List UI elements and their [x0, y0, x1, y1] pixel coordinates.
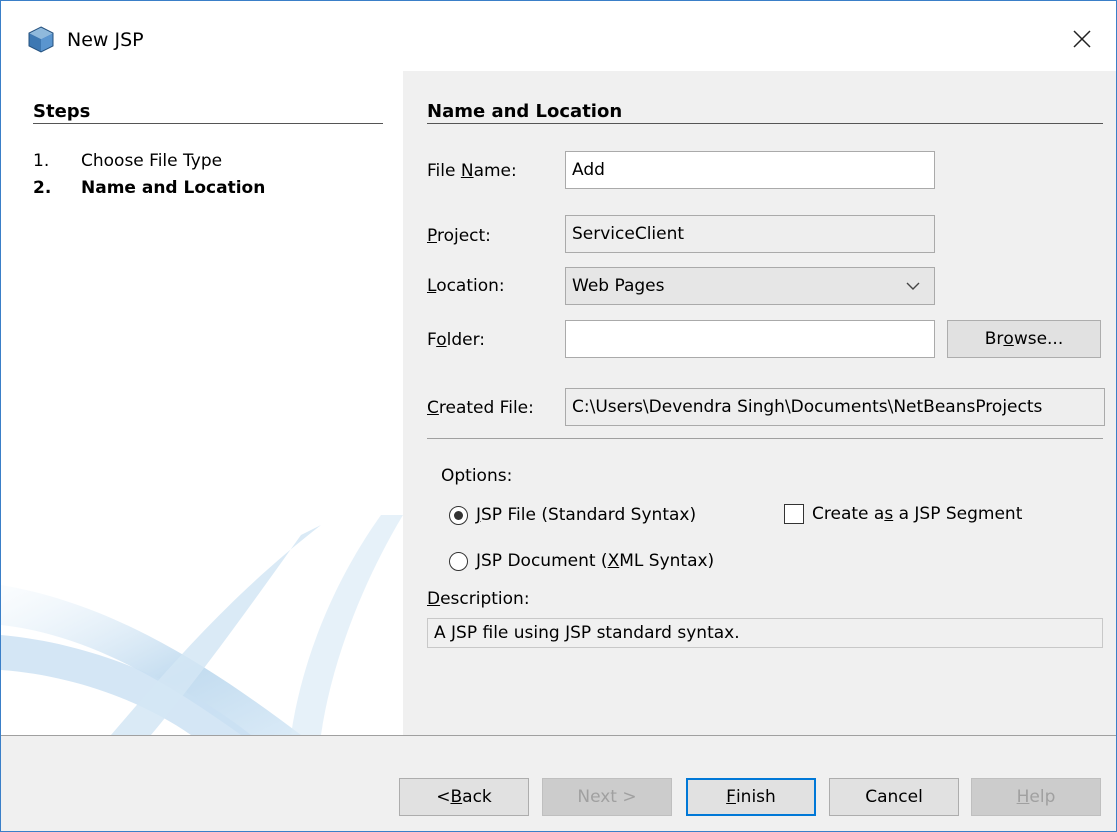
step-label: Choose File Type: [81, 151, 223, 171]
folder-field[interactable]: [565, 320, 935, 358]
button-bar: < Back Next > Finish Cancel Help: [1, 736, 1116, 831]
jsp-segment-label: Create as a JSP Segment: [812, 504, 1023, 524]
content-panel: Name and Location File Name: Project: Se…: [403, 71, 1116, 735]
radio-unselected-icon: [449, 551, 468, 571]
step-number: 1.: [33, 151, 50, 171]
location-combo[interactable]: Web Pages: [565, 267, 935, 305]
jsp-file-radio[interactable]: JSP File (Standard Syntax): [449, 505, 696, 525]
back-button[interactable]: < Back: [399, 778, 529, 816]
checkbox-unchecked-icon: [784, 504, 804, 524]
jsp-document-label: JSP Document (XML Syntax): [476, 551, 715, 571]
project-value: ServiceClient: [572, 224, 685, 244]
description-box: A JSP file using JSP standard syntax.: [427, 618, 1103, 648]
cancel-button[interactable]: Cancel: [829, 778, 959, 816]
browse-button[interactable]: Br o wse...: [947, 320, 1101, 358]
close-button[interactable]: [1062, 19, 1102, 59]
file-name-field[interactable]: [565, 151, 935, 189]
step-choose-file-type: 1. Choose File Type: [33, 151, 222, 171]
radio-selected-icon: [449, 505, 468, 525]
folder-input[interactable]: [572, 329, 928, 349]
file-name-input[interactable]: [572, 160, 928, 180]
finish-button[interactable]: Finish: [686, 778, 816, 816]
options-divider: [427, 438, 1103, 439]
decorative-swoosh-graphic: [1, 515, 403, 735]
title-bar: New JSP: [1, 1, 1116, 71]
steps-panel: Steps 1. Choose File Type 2. Name and Loca…: [1, 71, 403, 735]
chevron-down-icon: [906, 282, 920, 290]
created-file-label: Created File:: [427, 398, 534, 418]
step-label: Name and Location: [81, 178, 266, 198]
help-button[interactable]: Help: [971, 778, 1101, 816]
netbeans-cube-icon: [28, 26, 54, 53]
folder-label: Folder:: [427, 330, 485, 350]
file-name-label: File Name:: [427, 161, 517, 181]
created-file-value: C:\Users\Devendra Singh\Documents\NetBea…: [572, 397, 1043, 417]
steps-divider: [33, 123, 383, 124]
next-button[interactable]: Next >: [542, 778, 672, 816]
location-value: Web Pages: [572, 276, 665, 296]
project-label: Project:: [427, 226, 491, 246]
section-title: Name and Location: [427, 101, 623, 122]
jsp-file-label: JSP File (Standard Syntax): [476, 505, 697, 525]
created-file-field: C:\Users\Devendra Singh\Documents\NetBea…: [565, 388, 1105, 426]
section-divider: [427, 123, 1103, 124]
new-jsp-dialog: New JSP Steps 1. Choose File Type 2. Name …: [0, 0, 1117, 832]
step-name-and-location: 2. Name and Location: [33, 178, 265, 198]
jsp-document-radio[interactable]: JSP Document (XML Syntax): [449, 551, 714, 571]
step-number: 2.: [33, 178, 52, 198]
close-icon: [1073, 30, 1091, 48]
location-label: Location:: [427, 276, 505, 296]
window-title: New JSP: [67, 29, 144, 51]
options-label: Options:: [441, 466, 513, 486]
project-field: ServiceClient: [565, 215, 935, 253]
jsp-segment-checkbox[interactable]: Create as a JSP Segment: [784, 504, 1022, 524]
steps-title: Steps: [33, 101, 91, 122]
description-label: Description:: [427, 589, 530, 609]
description-text: A JSP file using JSP standard syntax.: [434, 623, 740, 643]
